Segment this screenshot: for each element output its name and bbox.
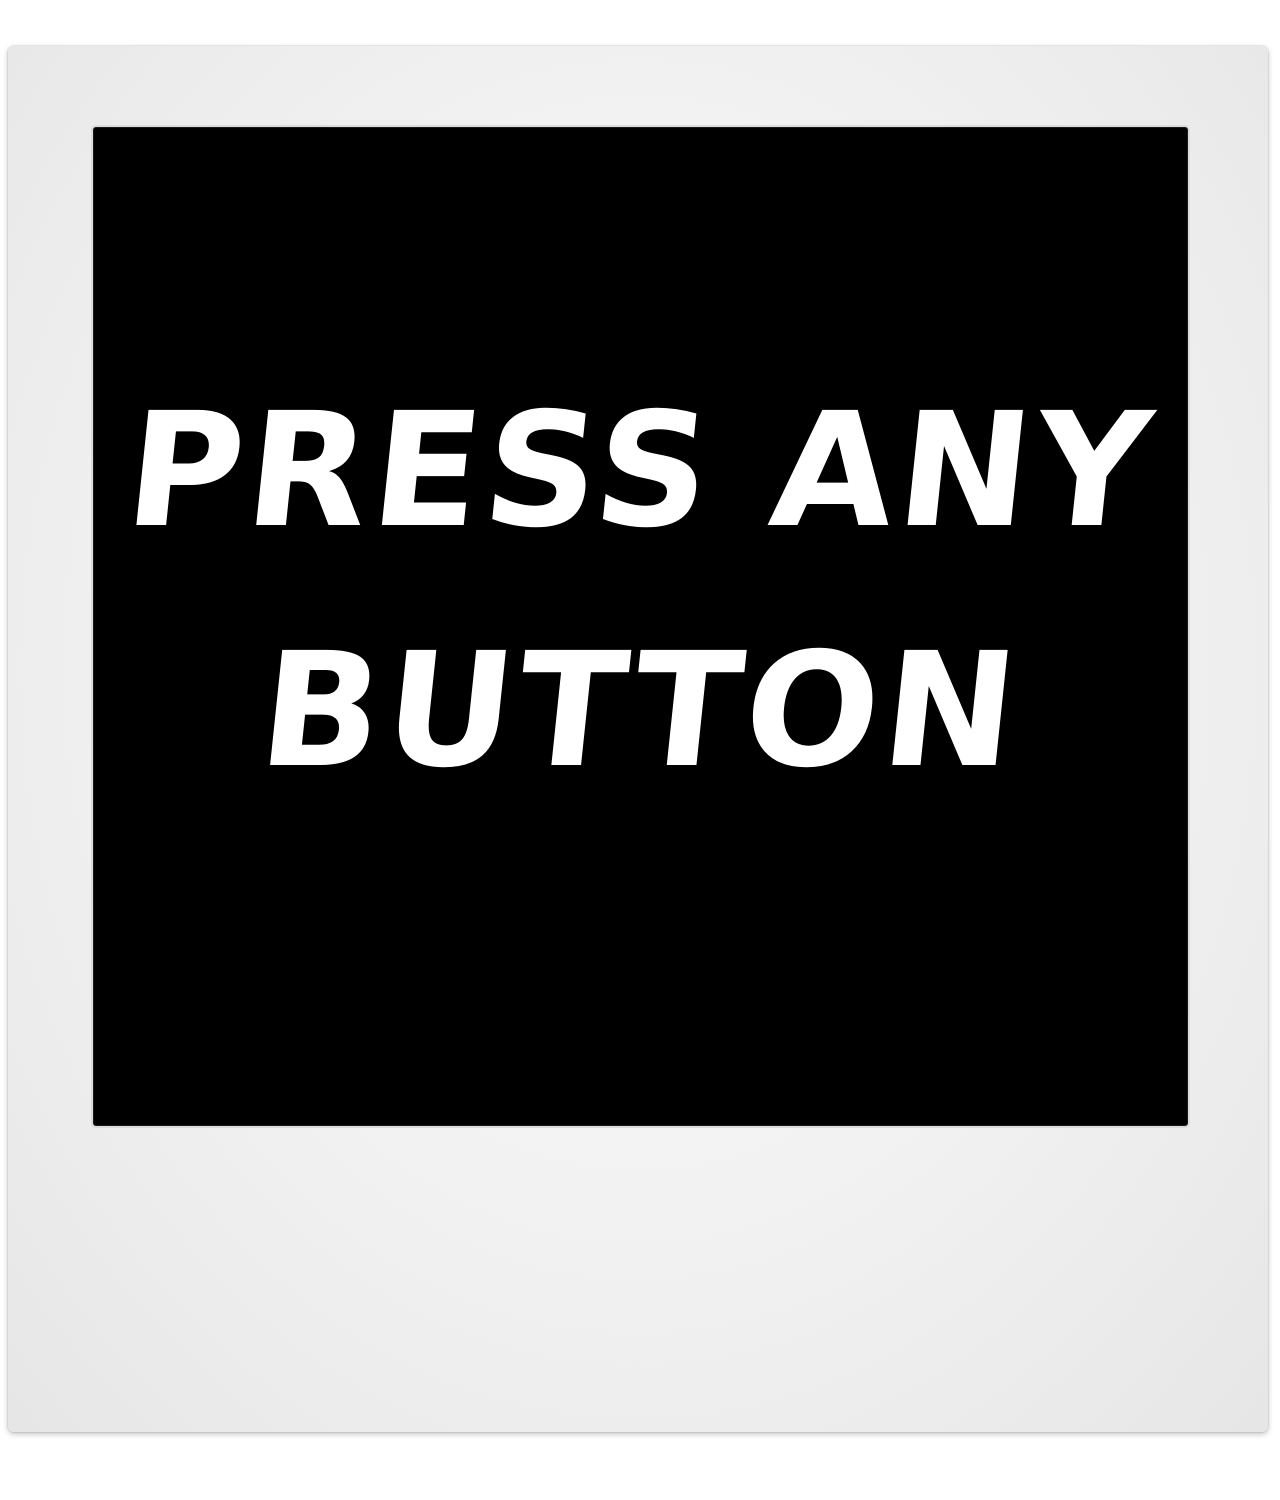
- headline-line-2: BUTTON: [251, 619, 1030, 803]
- page: PRESS ANY BUTTON: [0, 0, 1280, 1500]
- photo-area[interactable]: PRESS ANY BUTTON: [91, 125, 1190, 1128]
- headline-line-1: PRESS ANY: [117, 379, 1164, 563]
